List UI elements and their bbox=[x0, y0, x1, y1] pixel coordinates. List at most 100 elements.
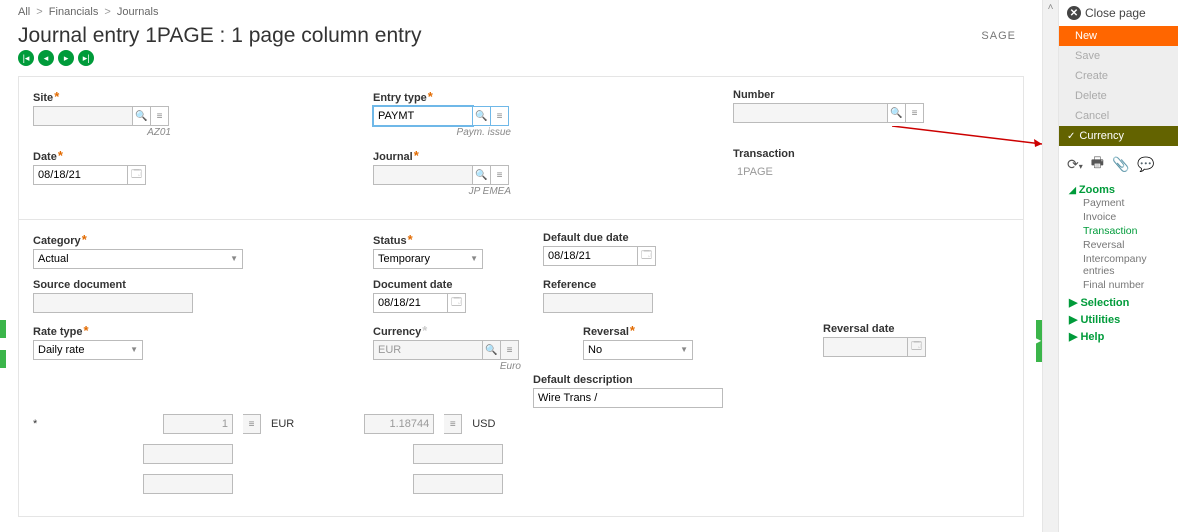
zoom-payment[interactable]: Payment bbox=[1069, 196, 1168, 210]
new-button[interactable]: New bbox=[1059, 26, 1178, 46]
rate1-value bbox=[163, 414, 233, 434]
right-panel: ✕ Close page New Save Create Delete Canc… bbox=[1058, 0, 1178, 532]
zoom-intercompany[interactable]: Intercompany entries bbox=[1069, 252, 1168, 278]
help-head[interactable]: ▶Help bbox=[1059, 328, 1178, 345]
defdesc-input[interactable] bbox=[533, 388, 723, 408]
attach-icon[interactable]: 📎 bbox=[1112, 156, 1129, 173]
number-label: Number bbox=[733, 89, 933, 101]
form-panel: Site* 🔍 ≡ AZ01 Entry type* 🔍 ≡ P bbox=[18, 76, 1024, 220]
nav-last-icon[interactable]: ▸| bbox=[78, 50, 94, 66]
nav-next-icon[interactable]: ▸ bbox=[58, 50, 74, 66]
site-lookup-icon[interactable]: 🔍 bbox=[133, 106, 151, 126]
entrytype-action-icon[interactable]: ≡ bbox=[491, 106, 509, 126]
close-icon: ✕ bbox=[1067, 6, 1081, 20]
reference-input[interactable] bbox=[543, 293, 653, 313]
nav-prev-icon[interactable]: ◂ bbox=[38, 50, 54, 66]
currency-input bbox=[373, 340, 483, 360]
transaction-value bbox=[733, 162, 926, 182]
zoom-reversal[interactable]: Reversal bbox=[1069, 238, 1168, 252]
defaultdue-calendar-icon[interactable]: 🗔 bbox=[638, 246, 656, 266]
rate2-currency: USD bbox=[472, 418, 495, 430]
currency-button[interactable]: Currency bbox=[1059, 126, 1178, 146]
zoom-transaction[interactable]: Transaction bbox=[1069, 224, 1168, 238]
reversaldate-input bbox=[823, 337, 908, 357]
selection-head[interactable]: ▶Selection bbox=[1059, 294, 1178, 311]
site-input[interactable] bbox=[33, 106, 133, 126]
left-edge-tab-2[interactable] bbox=[0, 350, 6, 368]
defdesc-label: Default description bbox=[533, 374, 733, 386]
site-action-icon[interactable]: ≡ bbox=[151, 106, 169, 126]
save-button: Save bbox=[1059, 46, 1178, 66]
form-panel-2: Category* Actual Status* Temporary Defau… bbox=[18, 220, 1024, 517]
category-label: Category* bbox=[33, 232, 243, 247]
docdate-label: Document date bbox=[373, 279, 483, 291]
number-lookup-icon[interactable]: 🔍 bbox=[888, 103, 906, 123]
defaultdue-label: Default due date bbox=[543, 232, 673, 244]
status-select[interactable]: Temporary bbox=[373, 249, 483, 269]
vertical-scrollbar[interactable]: ˄ bbox=[1042, 0, 1058, 532]
number-action-icon[interactable]: ≡ bbox=[906, 103, 924, 123]
reversal-label: Reversal* bbox=[583, 323, 703, 338]
journal-action-icon[interactable]: ≡ bbox=[491, 165, 509, 185]
category-select[interactable]: Actual bbox=[33, 249, 243, 269]
journal-input[interactable] bbox=[373, 165, 473, 185]
reversaldate-label: Reversal date bbox=[823, 323, 943, 335]
reversal-select[interactable]: No bbox=[583, 340, 693, 360]
rate1-currency: EUR bbox=[271, 418, 294, 430]
utilities-head[interactable]: ▶Utilities bbox=[1059, 311, 1178, 328]
zooms-head[interactable]: ◢Zooms bbox=[1069, 184, 1168, 196]
rate1-action-icon[interactable]: ≡ bbox=[243, 414, 261, 434]
zoom-invoice[interactable]: Invoice bbox=[1069, 210, 1168, 224]
breadcrumb-all[interactable]: All bbox=[18, 6, 30, 18]
sourcedoc-input[interactable] bbox=[33, 293, 193, 313]
date-input[interactable] bbox=[33, 165, 128, 185]
defaultdue-input[interactable] bbox=[543, 246, 638, 266]
currency-label: Currency* bbox=[373, 323, 523, 338]
entrytype-lookup-icon[interactable]: 🔍 bbox=[473, 106, 491, 126]
breadcrumb: All > Financials > Journals bbox=[18, 4, 1024, 24]
page-title: Journal entry 1PAGE : 1 page column entr… bbox=[18, 24, 422, 48]
transaction-label: Transaction bbox=[733, 148, 933, 160]
docdate-calendar-icon[interactable]: 🗔 bbox=[448, 293, 466, 313]
delete-button: Delete bbox=[1059, 86, 1178, 106]
rate2-action-icon[interactable]: ≡ bbox=[444, 414, 462, 434]
reference-label: Reference bbox=[543, 279, 673, 291]
currency-hint: Euro bbox=[373, 361, 521, 372]
docdate-input[interactable] bbox=[373, 293, 448, 313]
sourcedoc-label: Source document bbox=[33, 279, 243, 291]
entrytype-hint: Paym. issue bbox=[373, 127, 511, 138]
site-hint: AZ01 bbox=[33, 127, 171, 138]
nav-first-icon[interactable]: |◂ bbox=[18, 50, 34, 66]
ratetype-select[interactable]: Daily rate bbox=[33, 340, 143, 360]
zoom-final[interactable]: Final number bbox=[1069, 278, 1168, 292]
blank-box-3 bbox=[143, 474, 233, 494]
record-nav: |◂ ◂ ▸ ▸| bbox=[18, 50, 1024, 66]
entrytype-input[interactable] bbox=[373, 106, 473, 126]
cancel-button: Cancel bbox=[1059, 106, 1178, 126]
journal-hint: JP EMEA bbox=[373, 186, 511, 197]
currency-action-icon[interactable]: ≡ bbox=[501, 340, 519, 360]
comment-icon[interactable]: 💬 bbox=[1137, 156, 1154, 173]
ratetype-label: Rate type* bbox=[33, 323, 143, 338]
left-edge-tab-1[interactable] bbox=[0, 320, 6, 338]
currency-lookup-icon: 🔍 bbox=[483, 340, 501, 360]
date-label: Date* bbox=[33, 148, 193, 163]
rate2-value bbox=[364, 414, 434, 434]
breadcrumb-journals[interactable]: Journals bbox=[117, 6, 159, 18]
scroll-up-icon[interactable]: ˄ bbox=[1048, 2, 1054, 13]
right-edge-tab[interactable]: ▶ bbox=[1036, 320, 1042, 362]
blank-box-1 bbox=[143, 444, 233, 464]
rate-asterisk: * bbox=[33, 418, 43, 430]
number-input[interactable] bbox=[733, 103, 888, 123]
journal-label: Journal* bbox=[373, 148, 543, 163]
breadcrumb-financials[interactable]: Financials bbox=[49, 6, 99, 18]
create-button: Create bbox=[1059, 66, 1178, 86]
close-page-button[interactable]: ✕ Close page bbox=[1059, 0, 1178, 26]
date-calendar-icon[interactable]: 🗔 bbox=[128, 165, 146, 185]
print-icon[interactable]: 🖶 bbox=[1091, 152, 1104, 176]
brand-label: SAGE bbox=[981, 30, 1016, 42]
refresh-icon[interactable]: ⟳▾ bbox=[1067, 156, 1083, 173]
entrytype-label: Entry type* bbox=[373, 89, 543, 104]
reversaldate-calendar-icon: 🗔 bbox=[908, 337, 926, 357]
journal-lookup-icon[interactable]: 🔍 bbox=[473, 165, 491, 185]
